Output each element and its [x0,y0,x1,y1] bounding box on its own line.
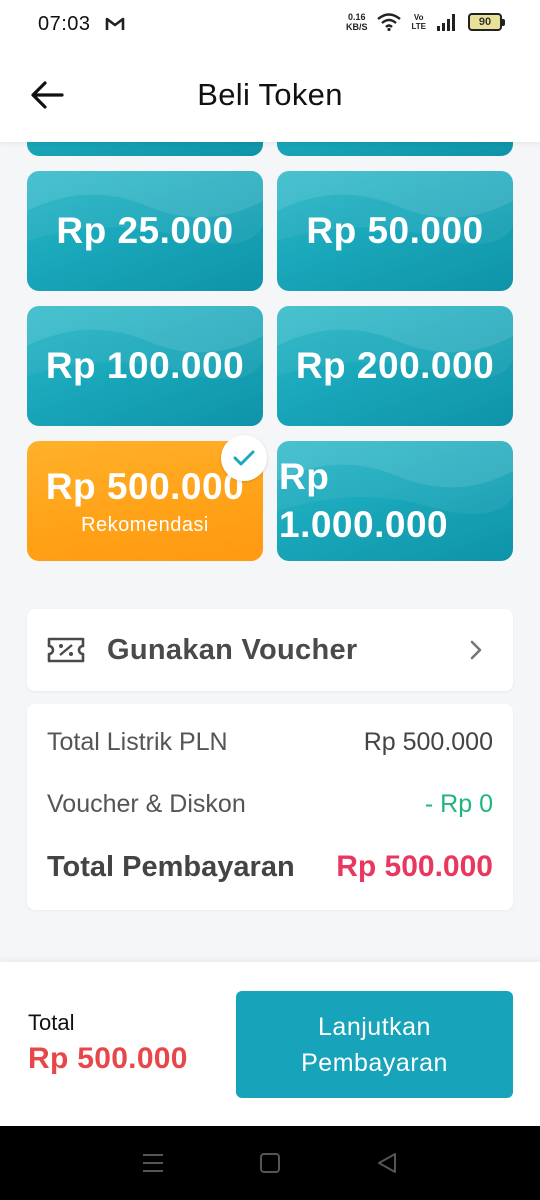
volte-top: Vo [413,13,424,22]
nav-back-icon [377,1153,396,1173]
nav-back-button[interactable] [372,1150,402,1176]
status-time: 07:03 [38,12,91,35]
signal-icon [437,14,455,31]
recommendation-label: Rekomendasi [81,513,209,536]
summary-value: Rp 500.000 [363,728,493,756]
summary-row-total-pembayaran: Total Pembayaran Rp 500.000 [47,850,493,884]
button-label-line2: Pembayaran [301,1048,448,1077]
system-nav-bar [0,1126,540,1200]
chevron-right-icon [470,640,482,660]
summary-label: Total Listrik PLN [47,728,228,756]
denomination-amount: Rp 500.000 [45,465,245,507]
nav-home-button[interactable] [255,1150,285,1176]
denomination-card[interactable]: Rp 25.000 [27,171,263,291]
status-bar: 07:03 0.16 KB/S Vo LTE 90 [0,0,540,48]
denomination-grid: Rp 25.000 Rp 50.000 Rp 100.000 Rp 200.00… [0,142,540,582]
check-icon [233,450,255,466]
volte-indicator: Vo LTE [411,13,426,31]
voucher-label: Gunakan Voucher [107,633,358,666]
volte-bottom: LTE [411,22,426,31]
gmail-icon [105,17,124,30]
selected-badge [221,435,267,481]
continue-payment-button[interactable]: Lanjutkan Pembayaran [236,991,513,1098]
denomination-amount: Rp 25.000 [56,210,234,251]
page-title: Beli Token [197,77,343,112]
net-speed: 0.16 KB/S [346,12,368,32]
summary-total-value: Rp 500.000 [336,850,493,883]
bottom-total-label: Total [28,1010,75,1035]
denomination-card[interactable]: Rp 200.000 [277,306,513,426]
denomination-amount: Rp 200.000 [295,345,495,386]
battery-level: 90 [478,16,492,28]
payment-summary: Total Listrik PLN Rp 500.000 Voucher & D… [27,704,513,910]
voucher-button[interactable]: Gunakan Voucher [27,609,513,691]
summary-row-total-listrik: Total Listrik PLN Rp 500.000 [47,728,493,757]
denomination-amount-line1: Rp [279,456,330,497]
nav-home-icon [259,1153,280,1173]
voucher-icon [47,637,85,663]
denomination-amount: Rp 100.000 [45,345,245,386]
button-label-line1: Lanjutkan [318,1012,431,1041]
denomination-card-partial[interactable] [277,142,513,156]
denomination-card-selected[interactable]: Rp 500.000 Rekomendasi [27,435,267,561]
denomination-card[interactable]: Rp 100.000 [27,306,263,426]
summary-total-label: Total Pembayaran [47,851,295,883]
battery-icon: 90 [468,13,505,31]
net-speed-value: 0.16 [347,12,366,22]
summary-value: - Rp 0 [424,790,493,818]
denomination-card-partial[interactable] [27,142,263,156]
summary-row-voucher: Voucher & Diskon - Rp 0 [47,790,493,819]
status-icons: 0.16 KB/S Vo LTE 90 [346,12,505,32]
summary-label: Voucher & Diskon [47,790,246,818]
bottom-total-value: Rp 500.000 [28,1042,188,1075]
nav-menu-button[interactable] [138,1150,168,1176]
denomination-card[interactable]: Rp 1.000.000 [277,441,513,561]
app-header: Beli Token [0,48,540,142]
nav-menu-icon [143,1154,164,1172]
denomination-amount: Rp 50.000 [306,210,484,251]
denomination-card[interactable]: Rp 50.000 [277,171,513,291]
bottom-bar: Total Rp 500.000 Lanjutkan Pembayaran [0,962,540,1126]
back-arrow-icon[interactable] [30,80,64,110]
net-speed-unit: KB/S [345,22,368,32]
denomination-amount-line2: 1.000.000 [279,504,449,545]
wifi-icon [377,13,402,31]
